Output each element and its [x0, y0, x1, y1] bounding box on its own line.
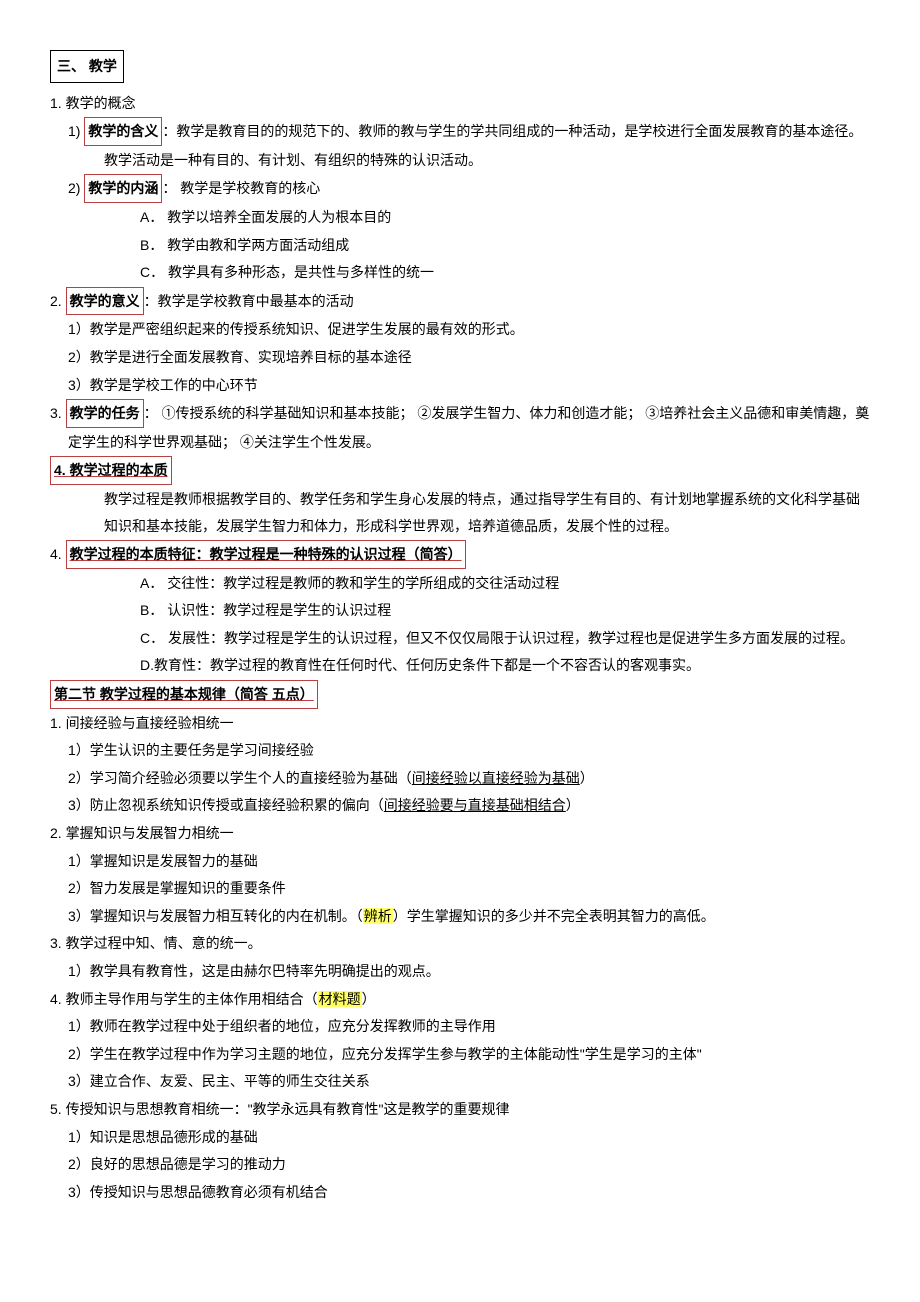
rule-5-2: 2）良好的思想品德是学习的推动力	[50, 1151, 870, 1178]
para-4: 教学过程是教师根据教学目的、教学任务和学生身心发展的特点，通过指导学生有目的、有…	[50, 486, 870, 539]
box-meaning: 教学的含义	[84, 117, 162, 146]
rule-1-2: 2）学习简介经验必须要以学生个人的直接经验为基础（间接经验以直接经验为基础）	[50, 765, 870, 792]
rule-1-1: 1）学生认识的主要任务是学习间接经验	[50, 737, 870, 764]
heading-4: 4. 教学过程的本质	[50, 456, 870, 485]
para-5-d: D.教育性：教学过程的教育性在任何时代、任何历史条件下都是一个不容否认的客观事实…	[50, 652, 870, 679]
box-connotation: 教学的内涵	[84, 174, 162, 203]
para-5-c: C． 发展性：教学过程是学生的认识过程，但又不仅仅局限于认识过程，教学过程也是促…	[50, 625, 870, 652]
box-essence: 4. 教学过程的本质	[50, 456, 172, 485]
underline-text: 间接经验以直接经验为基础	[412, 770, 580, 786]
box-feature: 教学过程的本质特征：教学过程是一种特殊的认识过程（简答）	[66, 540, 466, 569]
para-2-2: 2）教学是进行全面发展教育、实现培养目标的基本途径	[50, 344, 870, 371]
text: 3）掌握知识与发展智力相互转化的内在机制。（	[68, 908, 363, 924]
rule-5-3: 3）传授知识与思想品德教育必须有机结合	[50, 1179, 870, 1206]
rule-4-3: 3）建立合作、友爱、民主、平等的师生交往关系	[50, 1068, 870, 1095]
text: ）	[566, 797, 580, 813]
para-2-1: 1）教学是严密组织起来的传授系统知识、促进学生发展的最有效的形式。	[50, 316, 870, 343]
text: 4.	[50, 546, 62, 562]
box-significance: 教学的意义	[66, 287, 144, 316]
text: 4. 教师主导作用与学生的主体作用相结合（	[50, 991, 318, 1007]
box-section2: 第二节 教学过程的基本规律（简答 五点）	[50, 680, 318, 709]
para-1-2-a: A． 教学以培养全面发展的人为根本目的	[50, 204, 870, 231]
text: ）	[580, 770, 594, 786]
para-2-3: 3）教学是学校工作的中心环节	[50, 372, 870, 399]
text: ： 教学是学校教育的核心	[162, 180, 320, 196]
rule-1: 1. 间接经验与直接经验相统一	[50, 710, 870, 737]
para-1-1: 1) 教学的含义：教学是教育目的的规范下的、教师的教与学生的学共同组成的一种活动…	[50, 117, 870, 146]
rule-4-2: 2）学生在教学过程中作为学习主题的地位，应充分发挥学生参与教学的主体能动性"学生…	[50, 1041, 870, 1068]
para-3-cont: 定学生的科学世界观基础； ④关注学生个性发展。	[50, 429, 870, 456]
highlight-material: 材料题	[318, 991, 362, 1007]
rule-2-3: 3）掌握知识与发展智力相互转化的内在机制。（辨析）学生掌握知识的多少并不完全表明…	[50, 903, 870, 930]
para-1-1-cont: 教学活动是一种有目的、有计划、有组织的特殊的认识活动。	[50, 147, 870, 174]
heading-5: 4. 教学过程的本质特征：教学过程是一种特殊的认识过程（简答）	[50, 540, 870, 569]
text: ）学生掌握知识的多少并不完全表明其智力的高低。	[393, 908, 715, 924]
rule-3: 3. 教学过程中知、情、意的统一。	[50, 930, 870, 957]
heading-2: 2. 教学的意义：教学是学校教育中最基本的活动	[50, 287, 870, 316]
rule-5: 5. 传授知识与思想教育相统一："教学永远具有教育性"这是教学的重要规律	[50, 1096, 870, 1123]
para-5-a: A． 交往性：教学过程是教师的教和学生的学所组成的交往活动过程	[50, 570, 870, 597]
rule-5-1: 1）知识是思想品德形成的基础	[50, 1124, 870, 1151]
underline-text: 间接经验要与直接基础相结合	[384, 797, 566, 813]
text: ）	[362, 991, 376, 1007]
box-task: 教学的任务	[66, 399, 144, 428]
rule-3-1: 1）教学具有教育性，这是由赫尔巴特率先明确提出的观点。	[50, 958, 870, 985]
rule-2-2: 2）智力发展是掌握知识的重要条件	[50, 875, 870, 902]
rule-4: 4. 教师主导作用与学生的主体作用相结合（材料题）	[50, 986, 870, 1013]
text: 2）学习简介经验必须要以学生个人的直接经验为基础（	[68, 770, 412, 786]
heading-1: 1. 教学的概念	[50, 90, 870, 117]
para-5-b: B． 认识性：教学过程是学生的认识过程	[50, 597, 870, 624]
highlight-analysis: 辨析	[363, 908, 393, 924]
section-title: 三、 教学	[50, 50, 124, 83]
para-1-2-c: C． 教学具有多种形态，是共性与多样性的统一	[50, 259, 870, 286]
text: ：教学是学校教育中最基本的活动	[144, 293, 354, 309]
text: ：教学是教育目的的规范下的、教师的教与学生的学共同组成的一种活动，是学校进行全面…	[162, 123, 862, 139]
rule-2: 2. 掌握知识与发展智力相统一	[50, 820, 870, 847]
rule-4-1: 1）教师在教学过程中处于组织者的地位，应充分发挥教师的主导作用	[50, 1013, 870, 1040]
text: 3）防止忽视系统知识传授或直接经验积累的偏向（	[68, 797, 384, 813]
para-1-2: 2) 教学的内涵： 教学是学校教育的核心	[50, 174, 870, 203]
rule-1-3: 3）防止忽视系统知识传授或直接经验积累的偏向（间接经验要与直接基础相结合）	[50, 792, 870, 819]
para-1-2-b: B． 教学由教和学两方面活动组成	[50, 232, 870, 259]
rule-2-1: 1）掌握知识是发展智力的基础	[50, 848, 870, 875]
heading-3: 3. 教学的任务： ①传授系统的科学基础知识和基本技能； ②发展学生智力、体力和…	[50, 399, 870, 428]
text: ： ①传授系统的科学基础知识和基本技能； ②发展学生智力、体力和创造才能； ③培…	[144, 405, 870, 421]
heading-6: 第二节 教学过程的基本规律（简答 五点）	[50, 680, 870, 709]
